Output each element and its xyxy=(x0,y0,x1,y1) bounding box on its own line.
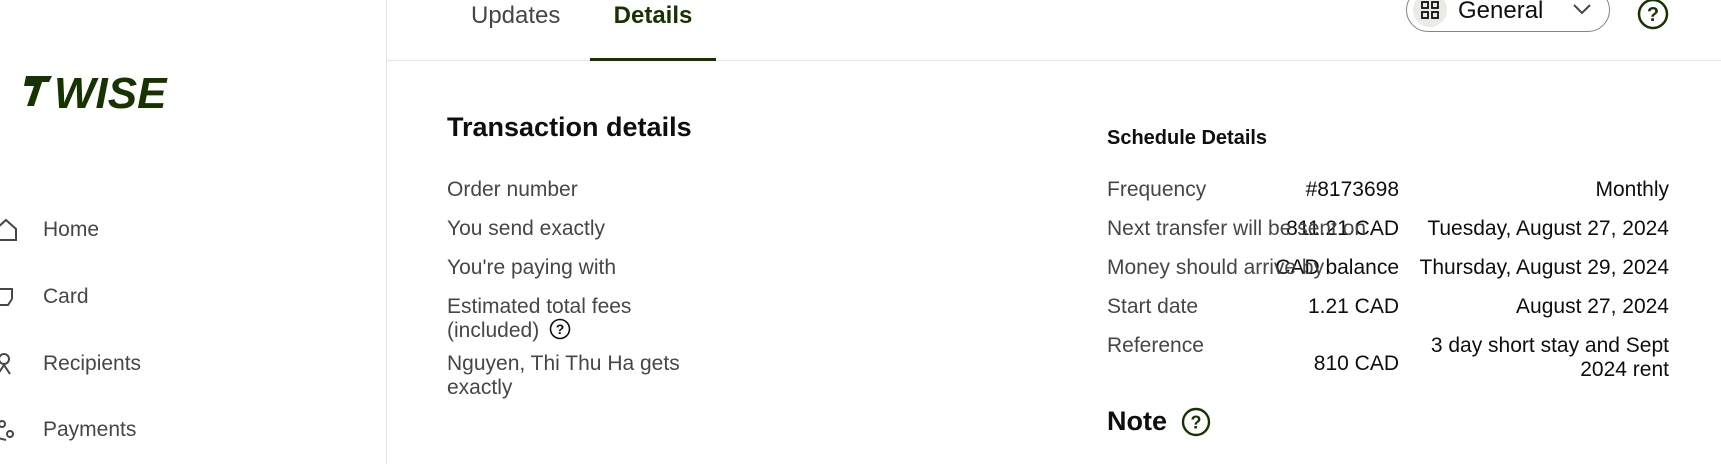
sidebar-item-card[interactable]: Card xyxy=(0,275,380,319)
sidebar-item-label: Recipients xyxy=(43,352,142,375)
svg-text:?: ? xyxy=(556,321,565,337)
wise-logo-icon: WISE xyxy=(24,70,168,114)
order-number-label: Order number xyxy=(447,178,578,201)
reference-value: 3 day short stay and Sept 2024 rent xyxy=(1430,334,1669,381)
transaction-details-title: Transaction details xyxy=(447,112,692,142)
sidebar-item-home[interactable]: Home xyxy=(0,208,380,252)
frequency-label: Frequency xyxy=(1107,178,1207,201)
help-icon[interactable]: ? xyxy=(1637,0,1669,30)
account-select[interactable]: General xyxy=(1406,0,1610,32)
start-date-label: Start date xyxy=(1107,295,1199,318)
reference-label: Reference xyxy=(1107,334,1204,357)
sidebar-item-label: Home xyxy=(43,218,100,241)
next-transfer-value: Tuesday, August 27, 2024 xyxy=(1427,217,1669,240)
card-icon xyxy=(0,288,13,306)
chevron-down-icon xyxy=(1573,4,1591,15)
home-icon xyxy=(0,218,17,241)
sidebar-item-recipients[interactable]: Recipients xyxy=(0,342,380,386)
note-title: Note xyxy=(1107,406,1167,436)
sidebar-item-label: Card xyxy=(43,285,89,308)
sidebar: WISE Home Card Recipients Payments xyxy=(0,0,387,464)
recipient-gets-label: Nguyen, Thi Thu Ha gets exactly xyxy=(447,352,680,399)
recipients-icon xyxy=(0,353,11,375)
grid-icon xyxy=(1413,0,1447,27)
arrive-by-value: Thursday, August 29, 2024 xyxy=(1419,256,1669,279)
frequency-value: Monthly xyxy=(1595,178,1669,201)
send-amount-label: You send exactly xyxy=(447,217,606,240)
fees-help-icon[interactable]: ? xyxy=(549,318,571,340)
svg-text:?: ? xyxy=(1647,4,1659,26)
svg-text:?: ? xyxy=(1191,412,1202,432)
arrive-by-label: Money should arrive by xyxy=(1107,256,1325,279)
fees-label-text: Estimated total fees (included) xyxy=(447,295,632,342)
payments-icon xyxy=(0,420,14,441)
svg-text:WISE: WISE xyxy=(54,70,168,114)
main-content: Updates Details General ? Transaction de… xyxy=(387,0,1721,464)
start-date-value: August 27, 2024 xyxy=(1516,295,1669,318)
paying-with-label: You're paying with xyxy=(447,256,617,279)
schedule-details-title: Schedule Details xyxy=(1107,127,1268,149)
account-select-label: General xyxy=(1458,0,1544,24)
wise-logo[interactable]: WISE xyxy=(22,70,186,114)
sidebar-item-label: Payments xyxy=(43,418,137,441)
fees-label: Estimated total fees (included) ? xyxy=(447,295,667,343)
note-heading: Note ? xyxy=(1107,406,1211,437)
next-transfer-label: Next transfer will be sent on xyxy=(1107,217,1367,240)
sidebar-item-payments[interactable]: Payments xyxy=(0,408,380,452)
note-help-icon[interactable]: ? xyxy=(1181,407,1211,437)
